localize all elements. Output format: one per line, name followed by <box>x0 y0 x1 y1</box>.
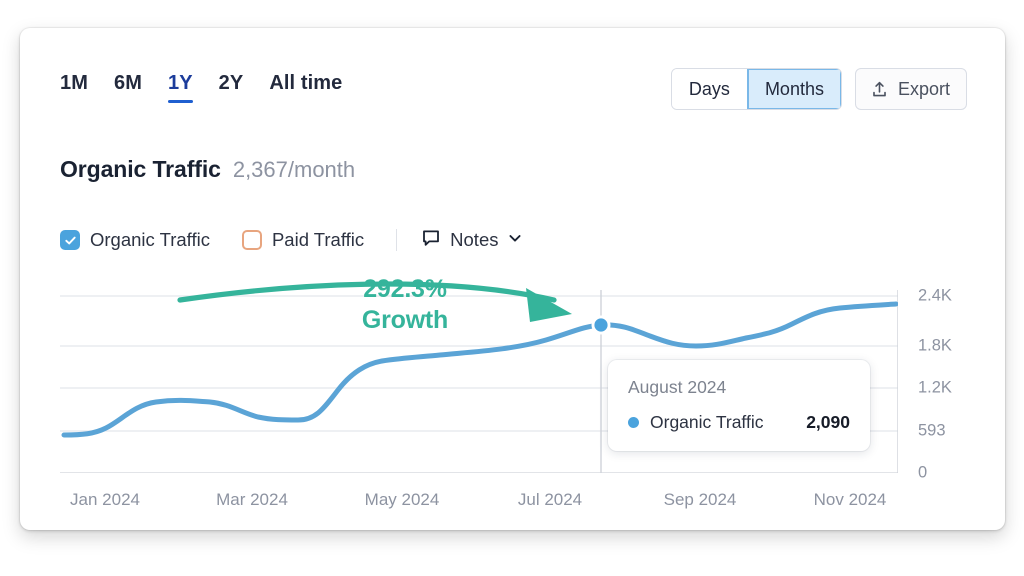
screenshot-root: 1M 6M 1Y 2Y All time Days Months Export … <box>0 0 1024 576</box>
speech-bubble-icon <box>421 228 441 253</box>
notes-dropdown[interactable]: Notes <box>421 228 523 253</box>
tooltip-series-dot-icon <box>628 417 639 428</box>
export-button[interactable]: Export <box>854 68 967 110</box>
tooltip-title: August 2024 <box>628 377 727 397</box>
x-tick-sep-2024: Sep 2024 <box>663 490 737 509</box>
y-tick-1800: 1.8K <box>918 336 952 355</box>
page-title-text: Organic Traffic <box>60 156 221 182</box>
y-tick-593: 593 <box>918 421 946 440</box>
notes-label: Notes <box>450 229 499 250</box>
page-title-subtext: 2,367/month <box>232 157 356 182</box>
legend-item-label-paid: Paid Traffic <box>271 229 365 250</box>
page-title: Organic Traffic 2,367/month <box>60 156 355 183</box>
range-tab-6m[interactable]: 6M <box>114 72 142 103</box>
x-tick-nov-2024: Nov 2024 <box>813 490 887 509</box>
x-tick-mar-2024: Mar 2024 <box>216 490 288 509</box>
x-tick-may-2024: May 2024 <box>364 490 440 509</box>
y-tick-1200: 1.2K <box>918 378 952 397</box>
paid-traffic-checkbox[interactable] <box>241 230 262 250</box>
granularity-toggle: Days Months <box>670 68 842 110</box>
range-tab-all-time[interactable]: All time <box>269 72 342 103</box>
tooltip-series-name: Organic Traffic <box>650 412 764 432</box>
highlight-point <box>594 318 608 332</box>
legend-item-label-organic: Organic Traffic <box>90 229 210 250</box>
x-tick-jan-2024: Jan 2024 <box>70 490 140 509</box>
granularity-months-button[interactable]: Months <box>746 69 841 109</box>
organic-traffic-card: 1M 6M 1Y 2Y All time Days Months Export … <box>20 28 1005 530</box>
y-tick-0: 0 <box>918 463 928 482</box>
chart-toolbar: 1M 6M 1Y 2Y All time Days Months Export <box>20 28 1005 110</box>
organic-traffic-checkbox[interactable] <box>60 230 80 250</box>
check-icon <box>64 236 76 244</box>
y-axis-labels: 2.4K 1.8K 1.2K 593 0 <box>918 268 988 482</box>
toolbar-right-group: Days Months Export <box>670 68 967 110</box>
tooltip-series-value: 2,090 <box>806 412 850 432</box>
chart-legend: Organic Traffic Paid Traffic Notes <box>60 226 523 254</box>
legend-item-paid-traffic[interactable]: Paid Traffic <box>241 229 365 251</box>
upload-icon <box>870 80 889 99</box>
legend-item-organic-traffic[interactable]: Organic Traffic <box>60 229 210 251</box>
range-tab-1m[interactable]: 1M <box>60 72 88 103</box>
range-tab-1y[interactable]: 1Y <box>167 72 193 103</box>
x-axis-labels: Jan 2024 Mar 2024 May 2024 Jul 2024 Sep … <box>60 490 898 520</box>
range-tab-2y[interactable]: 2Y <box>219 72 244 103</box>
organic-traffic-chart: 292.3% Growth August 2024 Organic Traffi… <box>60 268 965 523</box>
granularity-days-button[interactable]: Days <box>671 69 747 109</box>
tooltip-series-row: Organic Traffic 2,090 <box>628 412 850 433</box>
chevron-down-icon <box>507 230 523 251</box>
time-range-tabs: 1M 6M 1Y 2Y All time <box>60 72 342 103</box>
x-tick-jul-2024: Jul 2024 <box>517 490 583 509</box>
curved-arrow-icon <box>177 281 572 322</box>
legend-divider <box>396 229 398 251</box>
export-button-label: Export <box>897 78 950 99</box>
chart-tooltip: August 2024 Organic Traffic 2,090 <box>608 360 870 451</box>
y-tick-2400: 2.4K <box>918 286 952 305</box>
